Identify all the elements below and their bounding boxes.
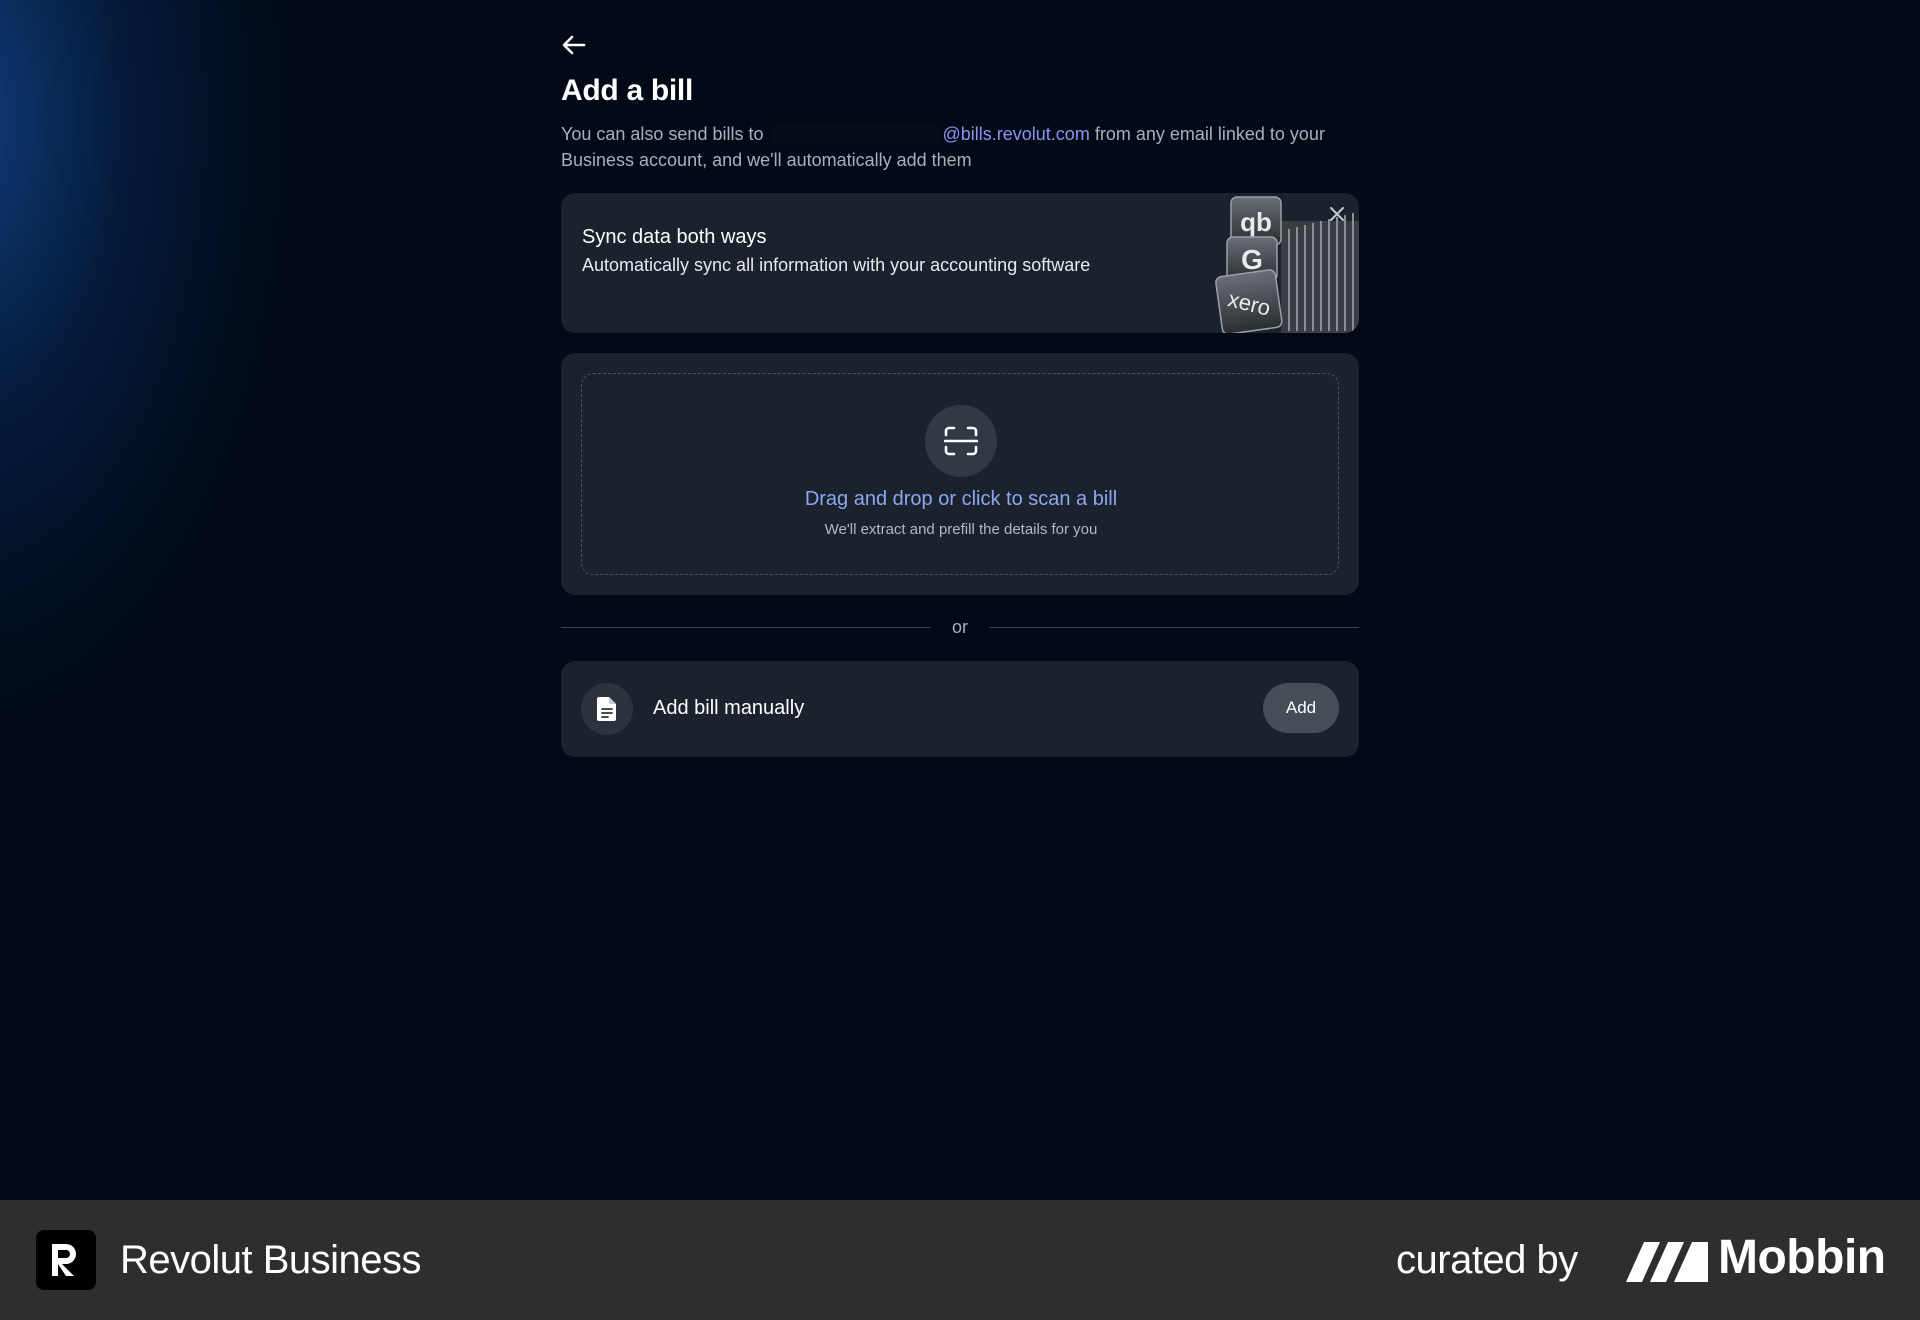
document-icon-circle — [581, 683, 633, 735]
sync-accounting-banner[interactable]: Sync data both ways Automatically sync a… — [561, 193, 1359, 333]
revolut-r-icon — [52, 1244, 76, 1276]
subtitle-text-before: You can also send bills to — [561, 124, 764, 144]
footer-curated-by: curated by — [1396, 1238, 1578, 1282]
add-bill-manually-label: Add bill manually — [653, 697, 805, 719]
svg-text:G: G — [1241, 244, 1263, 275]
bills-email-domain[interactable]: @bills.revolut.com — [943, 124, 1090, 144]
masked-email-prefix — [770, 124, 941, 144]
sync-banner-description: Automatically sync all information with … — [582, 255, 1091, 275]
divider-line-right — [989, 627, 1359, 628]
footer-bar: Revolut Business curated by Mobbin — [0, 1200, 1920, 1320]
scan-icon-circle — [925, 405, 997, 477]
back-button[interactable] — [561, 32, 587, 58]
divider-text: or — [951, 617, 968, 637]
scan-bill-subtitle: We'll extract and prefill the details fo… — [824, 521, 1098, 538]
card-stack-icon — [1281, 213, 1359, 333]
xero-tile-icon: xero — [1215, 269, 1283, 333]
close-banner-button[interactable] — [1327, 204, 1347, 224]
add-bill-button[interactable]: Add — [1263, 683, 1339, 733]
scan-dropzone[interactable]: Drag and drop or click to scan a bill We… — [581, 373, 1339, 575]
page-subtitle: You can also send bills to @bills.revolu… — [561, 121, 1359, 173]
footer-brand-name: Revolut Business — [120, 1238, 422, 1282]
footer-mobbin-wordmark: Mobbin — [1718, 1231, 1886, 1284]
arrow-left-icon — [562, 35, 586, 55]
sync-banner-title: Sync data both ways — [582, 226, 767, 248]
divider-line-left — [561, 627, 931, 628]
document-icon — [597, 697, 616, 721]
background-glow — [0, 0, 1920, 1200]
scan-bill-link[interactable]: Drag and drop or click to scan a bill — [582, 488, 1340, 511]
scan-icon — [944, 426, 978, 456]
mobbin-logo-icon — [1626, 1242, 1708, 1282]
close-icon — [1330, 207, 1344, 221]
revolut-logo-icon — [36, 1230, 96, 1290]
or-divider: or — [561, 615, 1359, 639]
page-title: Add a bill — [561, 74, 694, 107]
scan-bill-card: Drag and drop or click to scan a bill We… — [561, 353, 1359, 595]
svg-text:qb: qb — [1240, 207, 1272, 237]
add-bill-manually-card[interactable]: Add bill manually Add — [561, 661, 1359, 757]
